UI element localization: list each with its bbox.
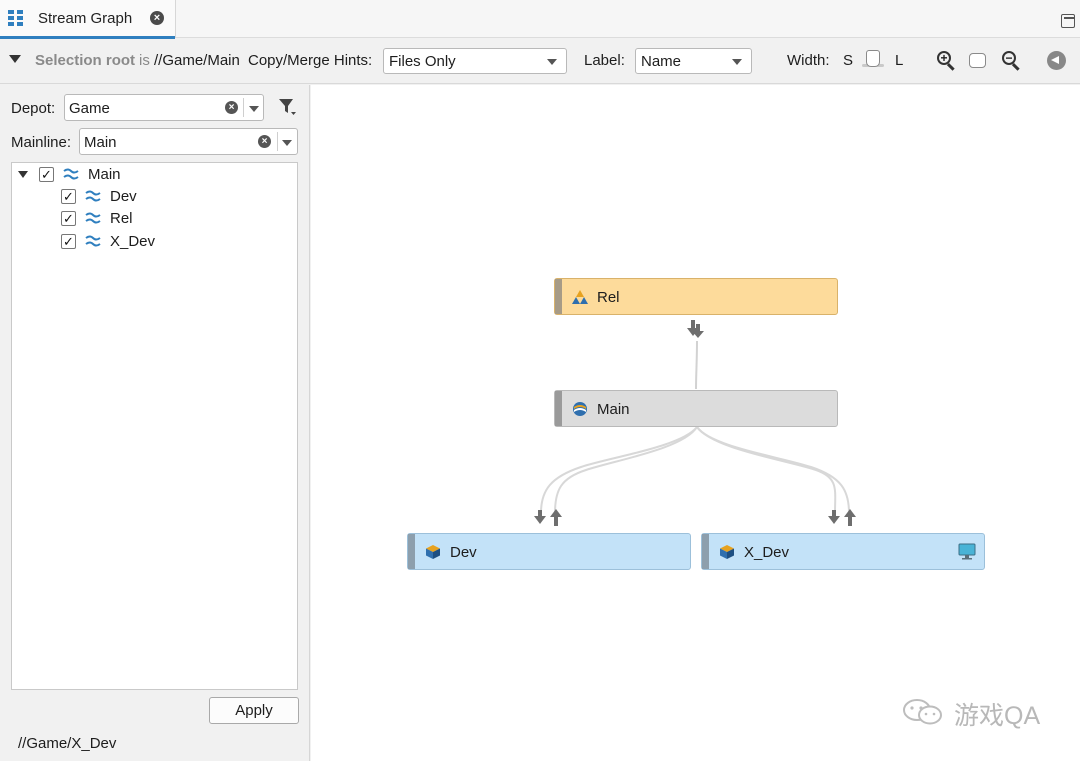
node-rel[interactable]: Rel xyxy=(554,278,838,315)
width-large-label: L xyxy=(895,52,904,69)
node-label: X_Dev xyxy=(744,544,790,561)
node-handle xyxy=(555,391,562,426)
stream-icon xyxy=(85,235,101,247)
selection-root-is: is xyxy=(139,52,150,69)
mainline-combo[interactable]: Main × xyxy=(79,128,298,155)
zoom-out-icon[interactable]: − xyxy=(1002,51,1022,71)
monitor-icon xyxy=(958,543,976,560)
node-dev[interactable]: Dev xyxy=(407,533,691,570)
node-handle xyxy=(555,279,562,314)
filter-icon[interactable] xyxy=(278,97,296,117)
combo-divider xyxy=(277,132,278,151)
tree-item-label: Dev xyxy=(110,188,137,205)
restore-window-icon[interactable] xyxy=(1061,14,1075,28)
tree-item-label: Rel xyxy=(110,210,133,227)
development-stream-icon xyxy=(720,545,734,559)
toolbar: Selection root is //Game/Main Copy/Merge… xyxy=(0,39,1080,84)
node-label: Rel xyxy=(597,289,620,306)
copy-merge-hints-select[interactable]: Files Only xyxy=(383,48,567,74)
width-small-label: S xyxy=(843,52,854,69)
watermark-text: 游戏QA xyxy=(954,702,1041,730)
chevron-down-icon xyxy=(732,59,742,65)
tree-item-dev[interactable]: ✓ Dev xyxy=(12,186,292,208)
edge-main-rel xyxy=(695,340,698,390)
node-handle xyxy=(702,534,709,569)
tree-item-main[interactable]: ✓ Main xyxy=(12,164,292,186)
checkbox[interactable]: ✓ xyxy=(61,234,76,249)
node-label: Dev xyxy=(450,544,477,561)
tree-item-label: X_Dev xyxy=(110,233,156,250)
stream-graph-canvas[interactable]: Rel Main Dev X_Dev xyxy=(311,85,1080,761)
node-label: Main xyxy=(597,401,630,418)
chevron-down-icon[interactable] xyxy=(282,140,292,146)
clear-icon[interactable]: × xyxy=(225,101,238,114)
width-label: Width: xyxy=(787,52,830,69)
release-stream-icon xyxy=(572,290,588,304)
node-main[interactable]: Main xyxy=(554,390,838,427)
copy-merge-hints-value: Files Only xyxy=(389,53,456,70)
tab-stream-graph[interactable]: Stream Graph × xyxy=(0,0,176,39)
mainline-value: Main xyxy=(84,134,117,151)
zoom-in-icon[interactable]: + xyxy=(937,51,957,71)
chevron-down-icon xyxy=(547,59,557,65)
stream-icon xyxy=(85,212,101,224)
depot-label: Depot: xyxy=(11,100,56,117)
zoom-fit-icon[interactable] xyxy=(969,53,986,68)
x-dev-merge-arrows-icon xyxy=(828,509,856,526)
development-stream-icon xyxy=(426,545,440,559)
width-slider-handle[interactable] xyxy=(866,50,880,67)
status-path: //Game/X_Dev xyxy=(18,735,117,752)
tree-item-x-dev[interactable]: ✓ X_Dev xyxy=(12,231,292,253)
stream-graph-icon xyxy=(8,10,24,26)
clear-icon[interactable]: × xyxy=(258,135,271,148)
mainline-stream-icon xyxy=(573,402,587,416)
apply-button[interactable]: Apply xyxy=(209,697,299,724)
selection-root-value: //Game/Main xyxy=(154,52,240,69)
node-x-dev[interactable]: X_Dev xyxy=(701,533,985,570)
tree-item-rel[interactable]: ✓ Rel xyxy=(12,208,292,230)
label-select[interactable]: Name xyxy=(635,48,752,74)
copy-merge-hints-label: Copy/Merge Hints: xyxy=(248,52,373,69)
dev-merge-arrows-icon xyxy=(534,509,562,526)
node-handle xyxy=(408,534,415,569)
collapse-toolbar-icon[interactable] xyxy=(9,55,21,63)
filter-panel: Depot: Game × Mainline: Main × ✓ Main ✓ xyxy=(0,85,310,761)
stream-tree: ✓ Main ✓ Dev ✓ Rel ✓ X_Dev xyxy=(11,162,298,690)
depot-value: Game xyxy=(69,100,110,117)
rel-copy-arrow-icon xyxy=(687,320,704,338)
tab-strip: Stream Graph × xyxy=(0,0,1080,39)
stream-icon xyxy=(85,190,101,202)
tree-item-label: Main xyxy=(88,166,121,183)
tab-title: Stream Graph xyxy=(38,10,133,27)
close-icon[interactable]: × xyxy=(150,11,164,25)
mainline-label: Mainline: xyxy=(11,134,72,151)
checkbox[interactable]: ✓ xyxy=(39,167,54,182)
checkbox[interactable]: ✓ xyxy=(61,189,76,204)
checkbox[interactable]: ✓ xyxy=(61,211,76,226)
label-value: Name xyxy=(641,53,682,70)
edge-main-x-dev xyxy=(696,426,850,514)
chevron-down-icon[interactable] xyxy=(249,106,259,112)
stream-icon xyxy=(63,168,79,180)
depot-combo[interactable]: Game × xyxy=(64,94,264,121)
back-icon[interactable] xyxy=(1047,51,1066,70)
combo-divider xyxy=(243,98,244,117)
label-label: Label: xyxy=(584,52,625,69)
expand-icon[interactable] xyxy=(18,171,28,178)
wechat-logo-icon xyxy=(903,699,942,725)
selection-root-label: Selection root xyxy=(35,52,136,69)
edge-main-dev xyxy=(540,426,698,514)
